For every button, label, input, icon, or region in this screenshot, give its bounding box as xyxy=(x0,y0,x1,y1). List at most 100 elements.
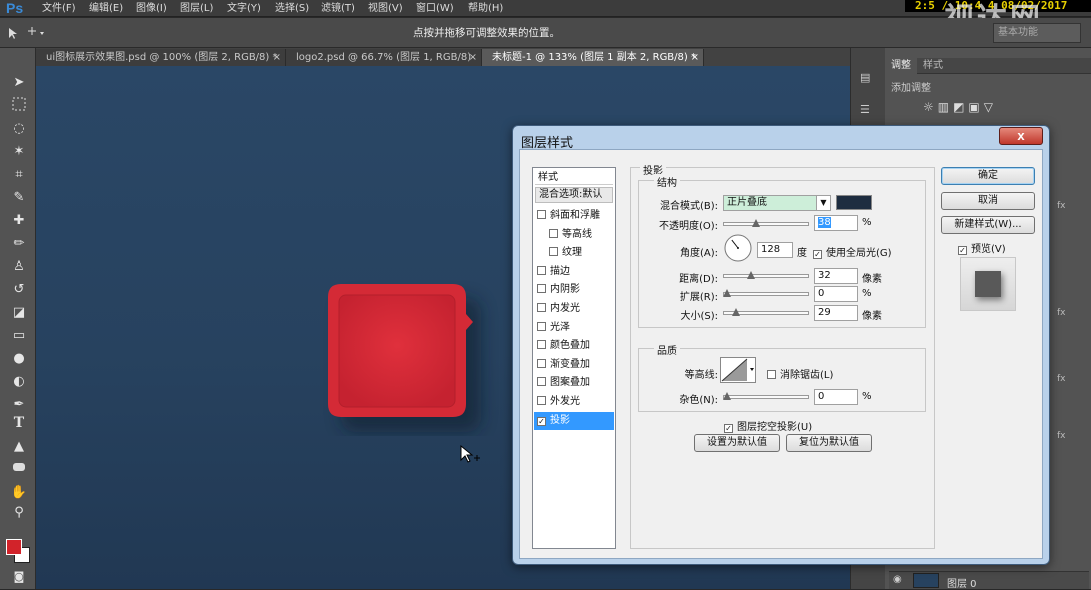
reset-default-button[interactable]: 复位为默认值 xyxy=(786,434,872,452)
style-item[interactable]: 颜色叠加 xyxy=(534,337,614,355)
distance-slider[interactable] xyxy=(723,271,809,280)
anti-alias-checkbox[interactable] xyxy=(767,370,776,379)
noise-field[interactable]: 0 xyxy=(814,389,858,405)
magic-wand-icon[interactable]: ✶ xyxy=(10,143,28,161)
style-item[interactable]: 外发光 xyxy=(534,393,614,411)
adjustment-icons[interactable]: ☼▥◩▣▽ xyxy=(923,100,997,114)
style-item[interactable]: 等高线 xyxy=(534,226,614,244)
slider-thumb[interactable] xyxy=(747,271,756,280)
close-icon[interactable]: × xyxy=(691,49,699,66)
eraser-icon[interactable]: ◪ xyxy=(10,304,28,322)
menu-filter[interactable]: 滤镜(T) xyxy=(321,0,355,17)
foreground-color-swatch-top[interactable] xyxy=(6,539,22,555)
brush-tool-icon[interactable]: ✏ xyxy=(10,235,28,253)
global-light-checkbox[interactable]: ✓ xyxy=(813,250,822,259)
menu-edit[interactable]: 编辑(E) xyxy=(89,0,123,17)
cancel-button[interactable]: 取消 xyxy=(941,192,1035,210)
ok-button[interactable]: 确定 xyxy=(941,167,1035,185)
healing-brush-icon[interactable]: ✚ xyxy=(10,212,28,230)
menu-help[interactable]: 帮助(H) xyxy=(468,0,503,17)
style-checkbox[interactable] xyxy=(537,265,546,275)
eyedropper-icon[interactable]: ✎ xyxy=(10,189,28,207)
move-tool-icon[interactable]: ➤ xyxy=(10,74,28,92)
size-slider[interactable] xyxy=(723,308,809,317)
crop-tool-icon[interactable]: ⌗ xyxy=(10,166,28,184)
tab-document-2[interactable]: logo2.psd @ 66.7% (图层 1, RGB/8) × xyxy=(286,49,482,66)
angle-dial[interactable] xyxy=(723,233,753,263)
style-checkbox[interactable] xyxy=(549,228,558,238)
dodge-tool-icon[interactable]: ◐ xyxy=(10,373,28,391)
path-select-icon[interactable]: ▲ xyxy=(10,438,28,456)
angle-field[interactable]: 128 xyxy=(757,242,793,258)
close-button[interactable]: x xyxy=(999,127,1043,145)
slider-thumb[interactable] xyxy=(723,289,732,298)
styles-header[interactable]: 样式 xyxy=(535,170,613,185)
blend-mode-select[interactable]: 正片叠底 ▼ xyxy=(723,195,831,211)
global-light-option[interactable]: ✓ 使用全局光(G) xyxy=(813,244,892,259)
tab-adjustments[interactable]: 调整 xyxy=(885,58,917,74)
workspace-select[interactable]: 基本功能 xyxy=(993,23,1081,43)
style-item[interactable]: 斜面和浮雕 xyxy=(534,207,614,225)
menu-file[interactable]: 文件(F) xyxy=(42,0,76,17)
close-icon[interactable]: × xyxy=(273,49,281,66)
type-tool-icon[interactable]: T xyxy=(10,415,28,433)
style-item[interactable]: 图案叠加 xyxy=(534,374,614,392)
menu-image[interactable]: 图像(I) xyxy=(136,0,167,17)
shadow-color-swatch[interactable] xyxy=(836,195,872,210)
style-checkbox[interactable] xyxy=(537,358,546,368)
menu-type[interactable]: 文字(Y) xyxy=(227,0,261,17)
contour-picker[interactable] xyxy=(720,357,756,383)
style-checkbox[interactable] xyxy=(537,210,546,219)
size-field[interactable]: 29 xyxy=(814,305,858,321)
history-panel-icon[interactable]: ▤ xyxy=(860,71,876,87)
style-checkbox[interactable] xyxy=(537,321,546,331)
spread-slider[interactable] xyxy=(723,289,809,298)
style-checkbox[interactable] xyxy=(537,340,546,350)
opacity-slider[interactable] xyxy=(723,219,809,228)
hand-tool-icon[interactable]: ✋ xyxy=(10,484,28,502)
style-item[interactable]: 渐变叠加 xyxy=(534,356,614,374)
tab-document-3[interactable]: 未标题-1 @ 133% (图层 1 副本 2, RGB/8) * × xyxy=(482,49,704,66)
style-checkbox[interactable] xyxy=(549,247,558,257)
preview-checkbox[interactable]: ✓ xyxy=(958,246,967,255)
tab-document-1[interactable]: ui图标展示效果图.psd @ 100% (图层 2, RGB/8) * × xyxy=(36,49,286,66)
gradient-tool-icon[interactable]: ▭ xyxy=(10,327,28,345)
menu-view[interactable]: 视图(V) xyxy=(368,0,403,17)
tab-styles[interactable]: 样式 xyxy=(917,58,949,74)
move-tool-preset-icon[interactable] xyxy=(6,26,46,40)
shape-tool-icon[interactable] xyxy=(10,461,28,479)
lasso-tool-icon[interactable]: ◌ xyxy=(10,120,28,138)
knockout-option[interactable]: ✓ 图层挖空投影(U) xyxy=(724,418,812,433)
menu-select[interactable]: 选择(S) xyxy=(275,0,309,17)
make-default-button[interactable]: 设置为默认值 xyxy=(694,434,780,452)
preview-option[interactable]: ✓ 预览(V) xyxy=(958,240,1006,255)
blending-options-item[interactable]: 混合选项:默认 xyxy=(535,187,613,203)
style-item[interactable]: 纹理 xyxy=(534,244,614,262)
style-item[interactable]: 描边 xyxy=(534,263,614,281)
eye-icon[interactable]: ◉ xyxy=(893,574,902,585)
anti-alias-option[interactable]: 消除锯齿(L) xyxy=(767,366,833,381)
close-icon[interactable]: × xyxy=(469,49,477,66)
style-checkbox[interactable] xyxy=(537,284,546,294)
slider-thumb[interactable] xyxy=(751,219,761,228)
opacity-field[interactable]: 38 xyxy=(814,215,858,231)
slider-thumb[interactable] xyxy=(732,308,741,317)
menu-window[interactable]: 窗口(W) xyxy=(416,0,454,17)
style-item[interactable]: ✓ 投影 xyxy=(534,411,614,430)
knockout-checkbox[interactable]: ✓ xyxy=(724,424,733,433)
pen-tool-icon[interactable]: ✒ xyxy=(10,396,28,414)
style-item[interactable]: 光泽 xyxy=(534,319,614,337)
style-checkbox[interactable] xyxy=(537,396,546,405)
distance-field[interactable]: 32 xyxy=(814,268,858,284)
style-checkbox[interactable] xyxy=(537,377,546,387)
menu-layer[interactable]: 图层(L) xyxy=(180,0,213,17)
clone-stamp-icon[interactable]: ♙ xyxy=(10,258,28,276)
noise-slider[interactable] xyxy=(723,392,809,400)
properties-panel-icon[interactable]: ☰ xyxy=(860,103,876,119)
layer-row[interactable]: ◉ 图层 0 xyxy=(889,571,1089,590)
zoom-tool-icon[interactable]: ⚲ xyxy=(10,504,28,522)
style-item[interactable]: 内发光 xyxy=(534,300,614,318)
spread-field[interactable]: 0 xyxy=(814,286,858,302)
style-checkbox[interactable] xyxy=(537,303,546,312)
quick-mask-icon[interactable]: ◙ xyxy=(10,568,28,586)
